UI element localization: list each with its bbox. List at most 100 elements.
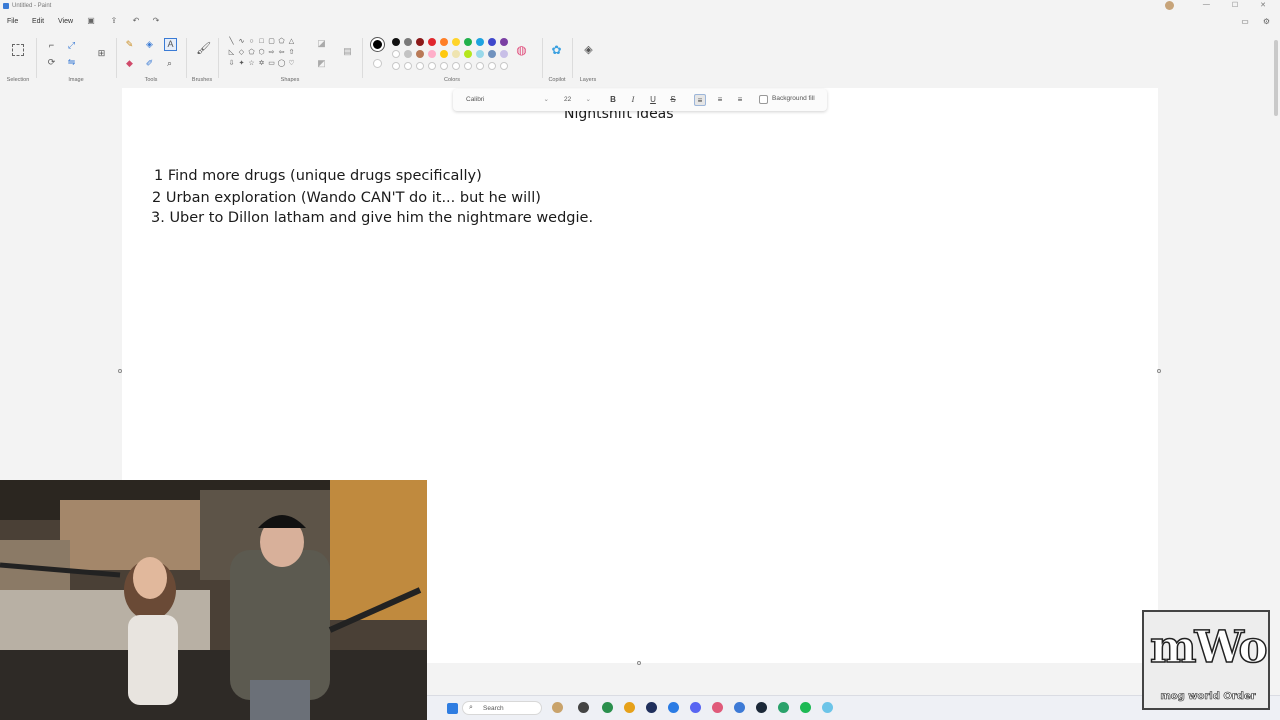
canvas-resize-handle-right[interactable] <box>1157 369 1161 373</box>
text-icon[interactable]: A <box>164 38 177 51</box>
maximize-button[interactable]: ☐ <box>1232 1 1238 9</box>
taskbar-app-icon[interactable] <box>800 702 811 713</box>
taskbar-search[interactable]: ⌕ Search <box>462 701 542 715</box>
palette-swatch[interactable] <box>464 50 472 58</box>
palette-swatch[interactable] <box>488 38 496 46</box>
align-left-button[interactable]: ≡ <box>694 94 706 106</box>
comment-icon[interactable]: ▭ <box>1241 17 1249 26</box>
custom-color-slot[interactable] <box>440 62 448 70</box>
secondary-color-swatch[interactable] <box>373 59 382 68</box>
custom-color-slot[interactable] <box>392 62 400 70</box>
rotate-icon[interactable]: ⟳ <box>46 57 57 68</box>
taskbar-app-icon[interactable] <box>578 702 589 713</box>
taskbar-app-icon[interactable] <box>734 702 745 713</box>
taskbar-app-icon[interactable] <box>712 702 723 713</box>
palette-swatch[interactable] <box>392 38 400 46</box>
share-icon[interactable]: ⇪ <box>109 16 119 26</box>
strikethrough-button[interactable]: S <box>667 94 679 106</box>
custom-color-slot[interactable] <box>416 62 424 70</box>
color-picker-icon[interactable]: ✐ <box>144 58 155 69</box>
eraser-icon[interactable]: ◆ <box>124 58 135 69</box>
bold-button[interactable]: B <box>607 94 619 106</box>
redo-icon[interactable]: ↷ <box>151 16 161 26</box>
magnifier-icon[interactable]: ⌕ <box>164 58 175 69</box>
palette-swatch[interactable] <box>428 38 436 46</box>
account-avatar[interactable] <box>1165 1 1174 10</box>
palette-swatch[interactable] <box>464 38 472 46</box>
custom-color-slot[interactable] <box>488 62 496 70</box>
taskbar-app-icon[interactable] <box>756 702 767 713</box>
crop-icon[interactable]: ⌐ <box>46 40 57 51</box>
minimize-button[interactable]: — <box>1203 1 1210 9</box>
palette-swatch[interactable] <box>476 50 484 58</box>
shape-size-icon[interactable]: ▤ <box>342 46 353 57</box>
palette-swatch[interactable] <box>500 38 508 46</box>
taskbar-app-icon[interactable] <box>646 702 657 713</box>
menu-file[interactable]: File <box>7 18 18 25</box>
resize-icon[interactable]: ⤢ <box>66 40 77 51</box>
shape-outline-icon[interactable]: ◪ <box>316 38 327 49</box>
taskbar-app-icon[interactable] <box>668 702 679 713</box>
settings-icon[interactable]: ⚙ <box>1263 17 1270 26</box>
custom-color-slot[interactable] <box>404 62 412 70</box>
fill-icon[interactable]: ◈ <box>144 39 155 50</box>
flip-icon[interactable]: ⇋ <box>66 57 77 68</box>
palette-swatch[interactable] <box>452 50 460 58</box>
align-right-button[interactable]: ≡ <box>734 94 746 106</box>
selection-icon[interactable] <box>12 44 24 56</box>
palette-swatch[interactable] <box>404 50 412 58</box>
palette-swatch[interactable] <box>416 38 424 46</box>
canvas-resize-handle-bottom[interactable] <box>637 661 641 665</box>
layers-icon[interactable]: ◈ <box>583 45 594 56</box>
palette-swatch[interactable] <box>500 50 508 58</box>
image-select-icon[interactable]: ⊞ <box>96 48 107 59</box>
palette-swatch[interactable] <box>404 38 412 46</box>
palette-swatch[interactable] <box>488 50 496 58</box>
pencil-icon[interactable]: ✎ <box>124 39 135 50</box>
document-line-2[interactable]: 2 Urban exploration (Wando CAN'T do it..… <box>152 190 541 206</box>
palette-swatch[interactable] <box>392 50 400 58</box>
palette-swatch[interactable] <box>452 38 460 46</box>
undo-icon[interactable]: ↶ <box>131 16 141 26</box>
taskbar-app-icon[interactable] <box>624 702 635 713</box>
taskbar-app-icon[interactable] <box>602 702 613 713</box>
custom-color-slot[interactable] <box>464 62 472 70</box>
palette-swatch[interactable] <box>440 38 448 46</box>
palette-swatch[interactable] <box>416 50 424 58</box>
document-line-3[interactable]: 3. Uber to Dillon latham and give him th… <box>151 210 593 226</box>
italic-button[interactable]: I <box>627 94 639 106</box>
copilot-label: Copilot <box>548 77 566 83</box>
background-fill-checkbox[interactable] <box>759 95 768 104</box>
start-icon[interactable] <box>447 703 458 714</box>
copilot-icon[interactable]: ✿ <box>551 44 562 56</box>
menu-view[interactable]: View <box>58 18 73 25</box>
palette-swatch[interactable] <box>476 38 484 46</box>
ribbon-scrollbar[interactable] <box>1274 40 1278 116</box>
save-icon[interactable]: ▣ <box>86 16 96 26</box>
edit-colors-icon[interactable]: ◍ <box>516 44 527 56</box>
font-size-select[interactable]: 22 ⌄ <box>561 94 595 106</box>
brush-icon[interactable]: 🖌 <box>196 42 211 54</box>
taskbar-app-icon[interactable] <box>690 702 701 713</box>
palette-swatch[interactable] <box>440 50 448 58</box>
palette-swatch[interactable] <box>428 50 436 58</box>
taskbar-app-icon[interactable] <box>552 702 563 713</box>
close-button[interactable]: ✕ <box>1260 1 1266 9</box>
menu-edit[interactable]: Edit <box>32 18 44 25</box>
taskbar-app-icon[interactable] <box>822 702 833 713</box>
canvas-resize-handle-left[interactable] <box>118 369 122 373</box>
font-family-select[interactable]: Calibri ⌄ <box>463 94 553 106</box>
taskbar-app-icon[interactable] <box>778 702 789 713</box>
document-line-1[interactable]: 1 Find more drugs (unique drugs specific… <box>154 168 482 184</box>
shape-fill-icon[interactable]: ◩ <box>316 58 327 69</box>
custom-color-slot[interactable] <box>500 62 508 70</box>
custom-color-slot[interactable] <box>452 62 460 70</box>
heart-shape-icon[interactable]: ♡ <box>286 58 297 69</box>
custom-color-slot[interactable] <box>428 62 436 70</box>
align-center-button[interactable]: ≡ <box>714 94 726 106</box>
active-color-swatch[interactable] <box>371 38 384 51</box>
up-arrow-shape-icon[interactable]: ⇧ <box>286 47 297 58</box>
triangle-shape-icon[interactable]: △ <box>286 36 297 47</box>
custom-color-slot[interactable] <box>476 62 484 70</box>
underline-button[interactable]: U <box>647 94 659 106</box>
